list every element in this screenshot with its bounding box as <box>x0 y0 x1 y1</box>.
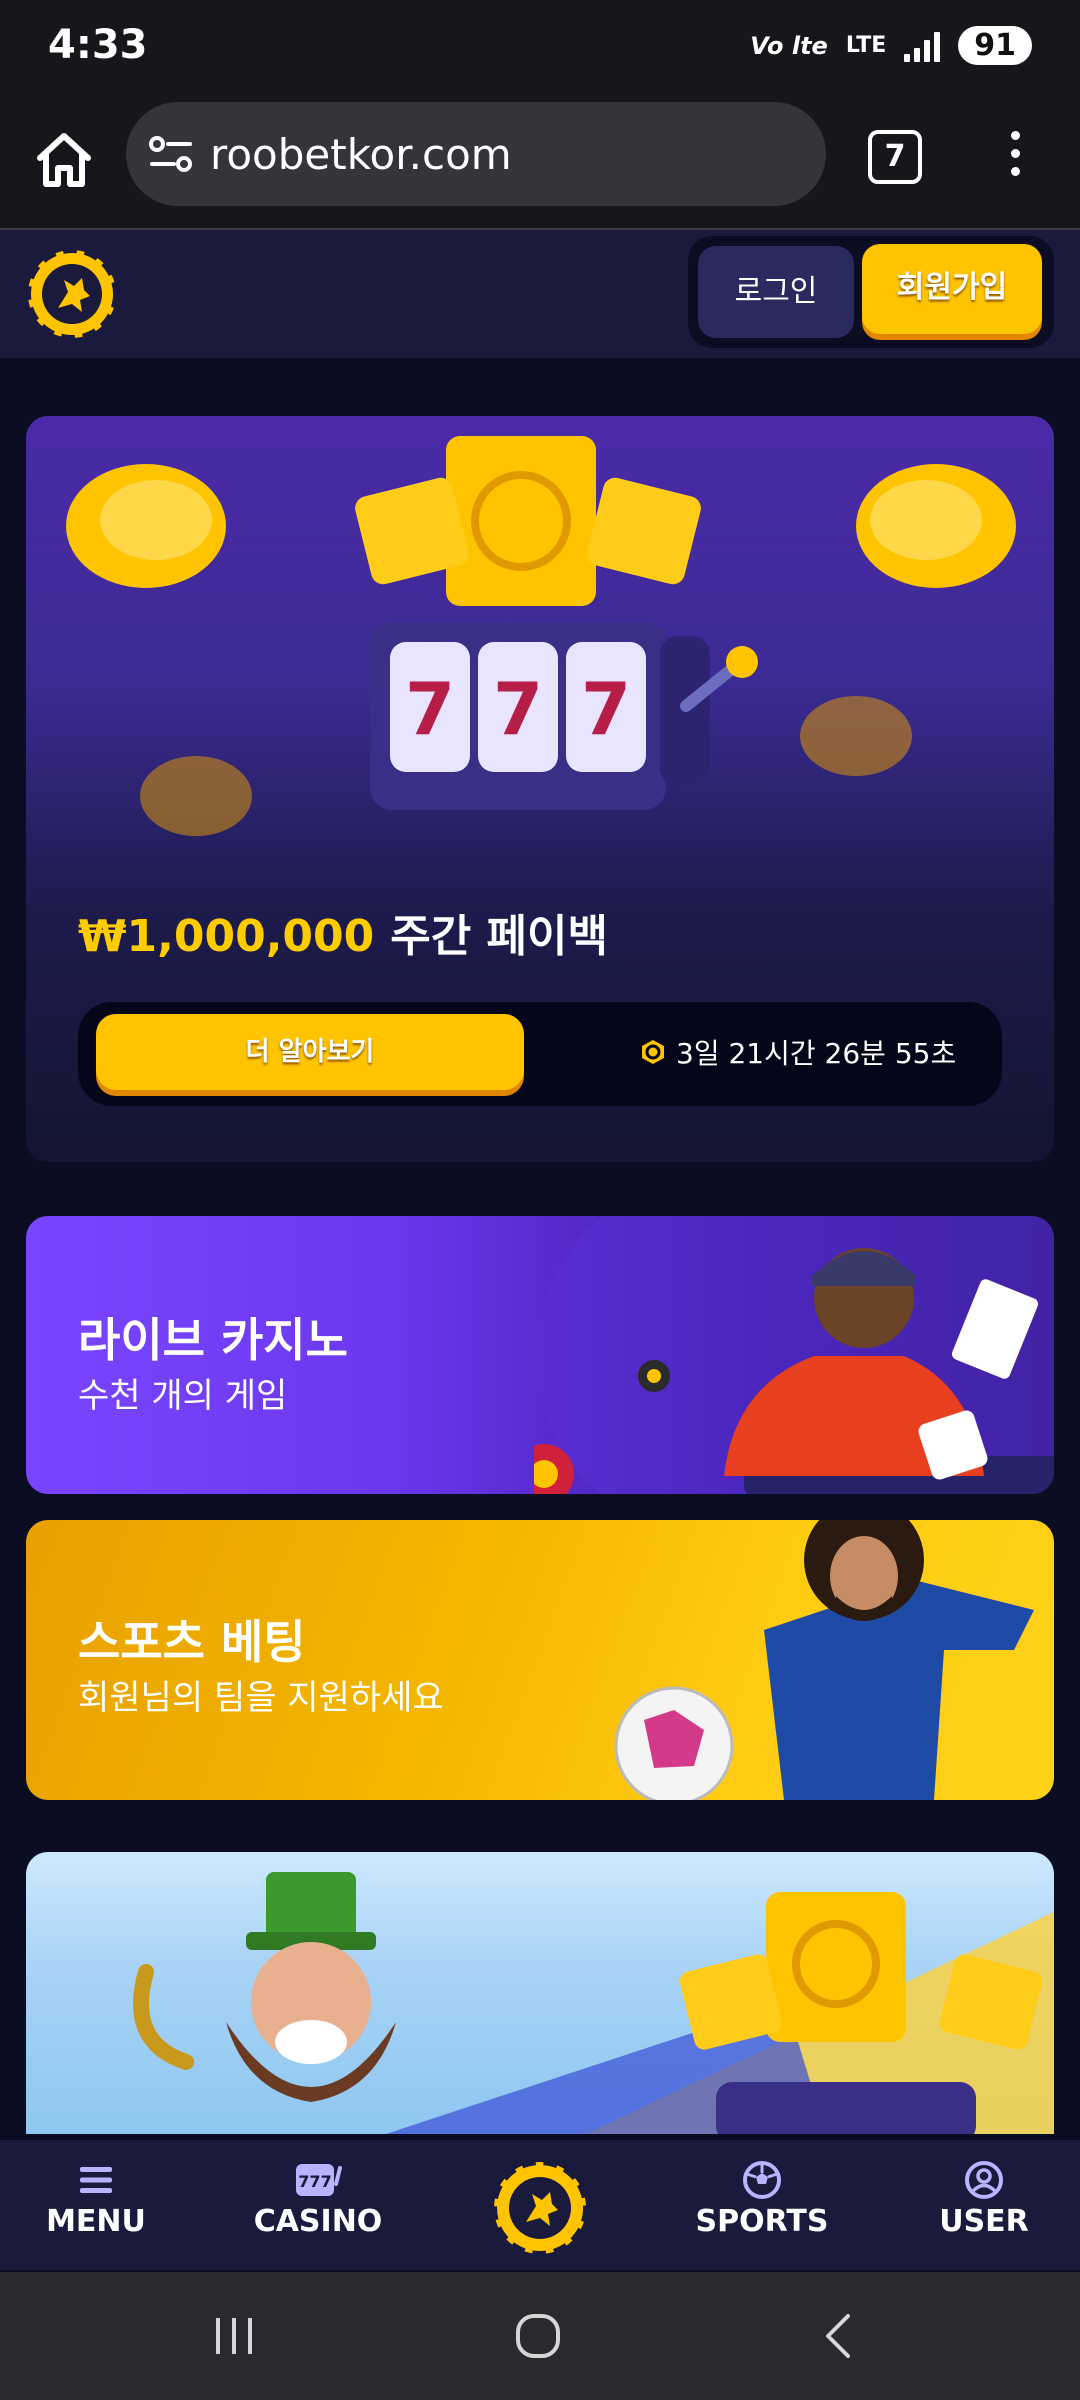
sports-player-illustration <box>614 1520 1034 1800</box>
timer-icon <box>642 1040 664 1064</box>
status-indicators: Vo lte LTE 91 <box>750 26 1032 65</box>
status-time: 4:33 <box>48 22 148 68</box>
nav-menu-label: MENU <box>46 2204 146 2239</box>
lte-indicator: LTE <box>845 32 887 58</box>
live-casino-banner[interactable]: 라이브 카지노 수천 개의 게임 <box>26 1216 1054 1494</box>
live-casino-title: 라이브 카지노 <box>78 1313 348 1367</box>
svg-text:777: 777 <box>298 2172 331 2191</box>
live-casino-illustration <box>534 1216 1054 1494</box>
roobet-logo[interactable] <box>24 246 120 342</box>
nav-user[interactable]: USER <box>894 2160 1074 2239</box>
promo-amount: ₩1,000,000 <box>78 911 375 962</box>
auth-button-group: 로그인 회원가입 <box>688 236 1054 348</box>
svg-text:7: 7 <box>581 667 631 751</box>
nav-sports-label: SPORTS <box>695 2204 829 2239</box>
site-settings-icon[interactable] <box>148 132 194 178</box>
status-bar: 4:33 Vo lte LTE 91 <box>0 0 1080 96</box>
svg-text:7: 7 <box>493 667 543 751</box>
site-header: 로그인 회원가입 <box>0 230 1080 358</box>
countdown-text: 3일 21시간 26분 55초 <box>676 1037 957 1070</box>
signal-icon <box>904 30 941 62</box>
sports-betting-banner[interactable]: 스포츠 베팅 회원님의 팀을 지원하세요 <box>26 1520 1054 1800</box>
promo-title-text: 주간 페이백 <box>390 911 608 962</box>
slot-machine-illustration: 7 7 7 <box>66 436 1016 836</box>
countdown-timer: 3일 21시간 26분 55초 <box>640 1032 956 1072</box>
weekly-payback-promo[interactable]: 7 7 7 ₩1,000,000 주간 페이백 더 알아보기 3일 21시간 26… <box>26 416 1054 1162</box>
promo-title: ₩1,000,000 주간 페이백 <box>78 900 608 964</box>
login-button[interactable]: 로그인 <box>698 246 854 338</box>
back-icon[interactable] <box>818 2312 858 2360</box>
bottom-navigation: MENU 777 CASINO SPORTS USER <box>0 2140 1080 2270</box>
sports-betting-subtitle: 회원님의 팀을 지원하세요 <box>78 1678 444 1718</box>
soccer-ball-icon <box>743 2161 781 2199</box>
user-icon <box>965 2161 1003 2199</box>
nav-menu[interactable]: MENU <box>6 2160 186 2239</box>
nav-casino[interactable]: 777 CASINO <box>228 2160 408 2239</box>
url-text[interactable]: roobetkor.com <box>210 130 512 179</box>
leprechaun-promo-banner[interactable] <box>26 1852 1054 2134</box>
battery-indicator: 91 <box>958 26 1032 65</box>
home-icon[interactable] <box>30 126 98 194</box>
tab-switcher-button[interactable]: 7 <box>868 130 922 184</box>
roobet-home-logo-icon[interactable] <box>490 2158 590 2258</box>
more-options-icon[interactable] <box>1000 126 1030 186</box>
address-bar[interactable]: roobetkor.com <box>126 102 826 206</box>
browser-toolbar: roobetkor.com 7 <box>0 96 1080 230</box>
learn-more-button[interactable]: 더 알아보기 <box>96 1014 524 1090</box>
live-casino-subtitle: 수천 개의 게임 <box>78 1376 288 1416</box>
sports-betting-title: 스포츠 베팅 <box>78 1615 306 1669</box>
recent-apps-icon[interactable] <box>210 2314 258 2358</box>
nav-casino-label: CASINO <box>253 2204 383 2239</box>
nav-sports[interactable]: SPORTS <box>672 2160 852 2239</box>
svg-text:7: 7 <box>405 667 455 751</box>
home-nav-icon[interactable] <box>512 2310 564 2362</box>
slot-machine-icon: 777 <box>296 2164 342 2196</box>
nav-user-label: USER <box>939 2204 1029 2239</box>
leprechaun-illustration <box>133 1872 1054 2134</box>
promo-action-bar: 더 알아보기 3일 21시간 26분 55초 <box>78 1002 1002 1106</box>
signup-button[interactable]: 회원가입 <box>862 244 1042 334</box>
system-navigation-bar <box>0 2272 1080 2400</box>
volte-indicator: Vo lte <box>750 31 828 60</box>
menu-icon <box>80 2167 112 2193</box>
